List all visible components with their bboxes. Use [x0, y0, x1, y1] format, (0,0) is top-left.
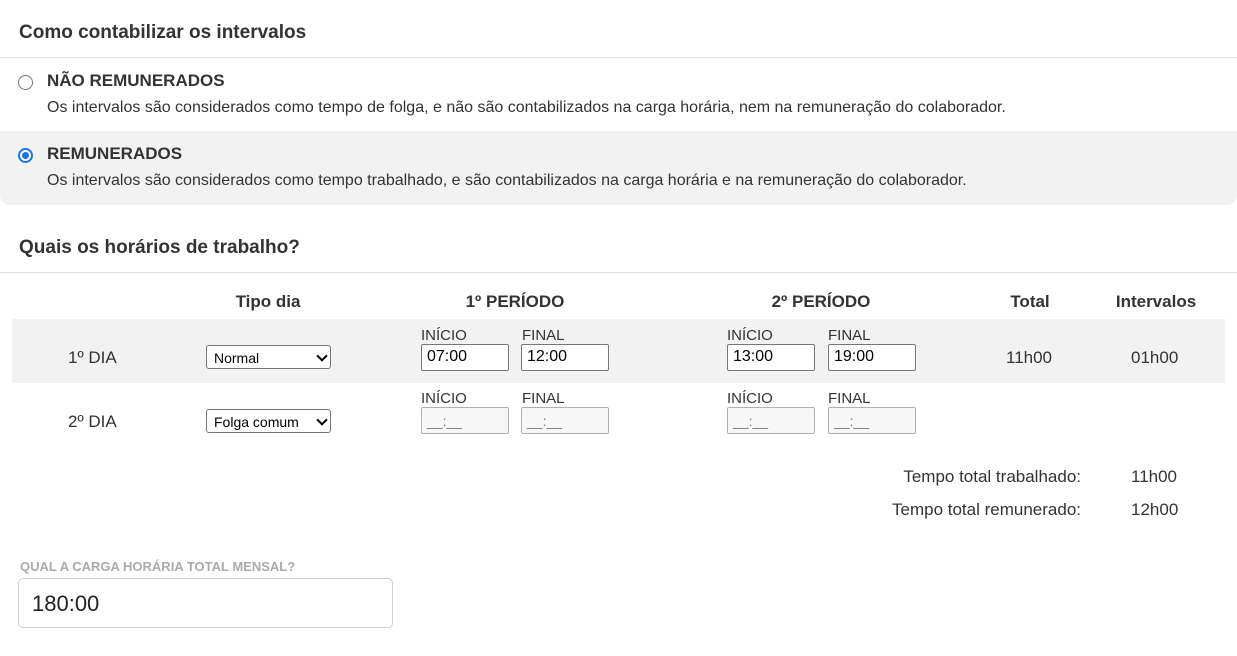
divider: [0, 272, 1237, 273]
divider: [0, 57, 1237, 58]
column-header-total: Total: [1010, 292, 1050, 311]
tipo-dia-value: Normal: [214, 350, 260, 366]
section-title-intervalos: Como contabilizar os intervalos: [19, 22, 307, 43]
p2-final-input[interactable]: 19:00: [828, 344, 916, 371]
column-header-periodo-2: 2º PERÍODO: [771, 292, 871, 311]
option-title: REMUNERADOS: [47, 144, 183, 163]
p2-inicio-input[interactable]: 13:00: [727, 344, 815, 371]
p1-final-input[interactable]: 12:00: [521, 344, 609, 371]
p2-final-input[interactable]: __:__: [828, 407, 916, 434]
radio-remunerados[interactable]: [18, 148, 33, 163]
column-header-periodo-1: 1º PERÍODO: [465, 292, 565, 311]
option-description: Os intervalos são considerados como temp…: [47, 172, 967, 189]
tempo-total-trabalhado-label: Tempo total trabalhado:: [903, 467, 1081, 486]
tipo-dia-select[interactable]: Normal: [206, 345, 331, 369]
final-label: FINAL: [522, 390, 565, 407]
carga-horaria-label: QUAL A CARGA HORÁRIA TOTAL MENSAL?: [20, 559, 296, 574]
final-label: FINAL: [522, 327, 565, 344]
column-header-intervalos: Intervalos: [1115, 292, 1197, 311]
p1-inicio-input[interactable]: 07:00: [421, 344, 509, 371]
row-total: 11h00: [1006, 348, 1053, 367]
final-label: FINAL: [828, 390, 871, 407]
option-title: NÃO REMUNERADOS: [47, 71, 225, 90]
option-nao-remunerados[interactable]: NÃO REMUNERADOS Os intervalos são consid…: [0, 60, 1237, 134]
option-description: Os intervalos são considerados como temp…: [47, 99, 1006, 116]
carga-horaria-input[interactable]: 180:00: [18, 578, 393, 628]
final-label: FINAL: [828, 327, 871, 344]
option-remunerados[interactable]: REMUNERADOS Os intervalos são considerad…: [0, 131, 1237, 205]
tipo-dia-select[interactable]: Folga comum: [206, 409, 331, 433]
p2-inicio-input[interactable]: __:__: [727, 407, 815, 434]
section-title-horarios: Quais os horários de trabalho?: [19, 237, 300, 258]
tempo-total-remunerado-value: 12h00: [1131, 500, 1179, 519]
inicio-label: INÍCIO: [727, 390, 773, 407]
column-header-tipo-dia: Tipo dia: [235, 292, 301, 311]
row-intervalos: 01h00: [1131, 348, 1179, 367]
tipo-dia-value: Folga comum: [214, 414, 299, 430]
inicio-label: INÍCIO: [421, 327, 467, 344]
p1-final-input[interactable]: __:__: [521, 407, 609, 434]
day-label: 1º DIA: [68, 348, 117, 367]
inicio-label: INÍCIO: [727, 327, 773, 344]
inicio-label: INÍCIO: [421, 390, 467, 407]
tempo-total-remunerado-label: Tempo total remunerado:: [892, 500, 1081, 519]
day-label: 2º DIA: [68, 412, 117, 431]
chevron-down-icon: [316, 350, 328, 362]
radio-nao-remunerados[interactable]: [18, 75, 33, 90]
p1-inicio-input[interactable]: __:__: [421, 407, 509, 434]
chevron-down-icon: [316, 414, 328, 426]
tempo-total-trabalhado-value: 11h00: [1131, 467, 1178, 486]
